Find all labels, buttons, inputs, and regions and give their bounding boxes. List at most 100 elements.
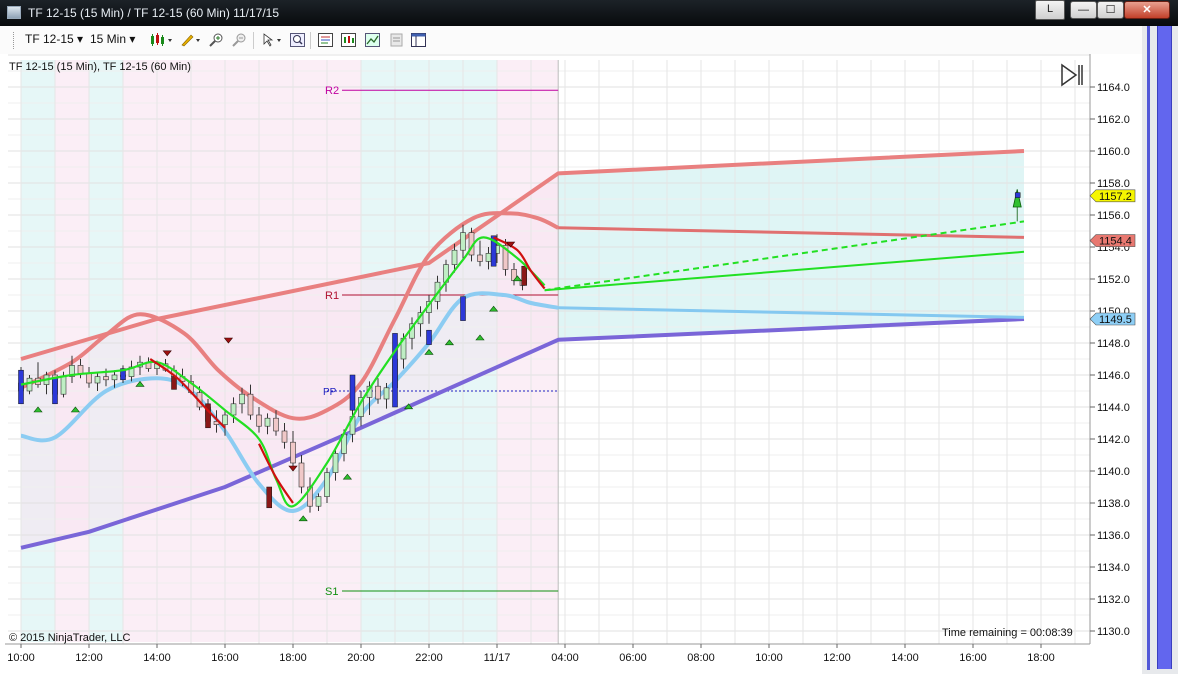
price-tick-label: 1160.0: [1097, 146, 1130, 158]
time-tick-label: 06:00: [619, 652, 647, 664]
zoom-in-icon[interactable]: [209, 33, 224, 47]
layout-button[interactable]: L: [1035, 0, 1065, 20]
candle-body: [375, 385, 381, 400]
candle-body: [290, 441, 296, 464]
time-tick-label: 12:00: [823, 652, 851, 664]
price-tick-label: 1140.0: [1097, 466, 1130, 478]
pivot-label-s1: S1: [325, 586, 338, 598]
strategies-icon[interactable]: [365, 33, 380, 47]
price-tick-label: 1134.0: [1097, 562, 1130, 574]
time-tick-label: 08:00: [687, 652, 715, 664]
time-remaining-text: Time remaining = 00:08:39: [942, 627, 1073, 639]
time-tick-label: 10:00: [7, 652, 35, 664]
time-tick-label: 11/17: [484, 652, 511, 664]
price-chart[interactable]: R2 R1 PP S1 1130.0 1132.0 1134.0 1136.0 1138.0 1…: [0, 54, 1142, 674]
pivot-label-r2: R2: [325, 85, 339, 97]
cursor-icon[interactable]: [261, 33, 285, 47]
close-button[interactable]: ✕: [1124, 1, 1170, 19]
time-tick-label: 20:00: [347, 652, 375, 664]
candle-body: [264, 417, 271, 427]
candle-body: [222, 414, 228, 425]
candle-body: [451, 249, 458, 265]
price-tick-label: 1148.0: [1097, 338, 1130, 350]
last-price-candle: [1014, 192, 1021, 198]
candle-body: [477, 254, 483, 262]
time-tick-label: 14:00: [143, 652, 171, 664]
data-box-icon[interactable]: [318, 33, 333, 47]
magnify-icon[interactable]: [290, 33, 305, 47]
candle-body: [230, 403, 237, 416]
price-tick-label: 1136.0: [1097, 530, 1130, 542]
toolbar-grip: [13, 32, 16, 49]
candle-body: [332, 453, 339, 473]
toolbar: TF 12-15 ▾ 15 Min ▾: [0, 26, 1142, 55]
candle-body: [103, 376, 109, 381]
candle-body: [383, 387, 390, 400]
candle-body: [273, 417, 279, 432]
price-tag-label: 1157.2: [1099, 191, 1132, 203]
price-tick-label: 1132.0: [1097, 594, 1130, 606]
candle-body: [111, 374, 118, 381]
candle-body: [239, 393, 245, 405]
chart-instrument-label: TF 12-15 (15 Min), TF 12-15 (60 Min): [9, 61, 191, 73]
toolbar-separator: [310, 32, 311, 49]
price-tick-label: 1152.0: [1097, 274, 1130, 286]
interval-selector[interactable]: 15 Min ▾: [90, 32, 135, 46]
price-tick-label: 1130.0: [1097, 626, 1130, 638]
maximize-button[interactable]: ☐: [1097, 1, 1124, 19]
candle-body: [26, 377, 33, 392]
time-tick-label: 10:00: [755, 652, 783, 664]
time-tick-label: 04:00: [551, 652, 579, 664]
highlight-candle: [18, 369, 24, 405]
candle-body: [324, 472, 330, 497]
zoom-out-icon[interactable]: [232, 33, 247, 47]
highlight-candle: [52, 377, 58, 405]
properties-icon[interactable]: [389, 33, 404, 47]
panel-icon[interactable]: [411, 33, 426, 47]
candle-body: [94, 376, 101, 384]
chart-area[interactable]: R2 R1 PP S1 1130.0 1132.0 1134.0 1136.0 1138.0 1…: [0, 54, 1142, 674]
window-title: TF 12-15 (15 Min) / TF 12-15 (60 Min) 11…: [28, 6, 279, 20]
pivot-label-pp: PP: [323, 387, 337, 398]
pencil-icon[interactable]: [180, 33, 202, 47]
candle-body: [60, 376, 67, 395]
vertical-scrollbar[interactable]: [1157, 26, 1172, 669]
title-bar: TF 12-15 (15 Min) / TF 12-15 (60 Min) 11…: [0, 0, 1178, 26]
price-tick-label: 1138.0: [1097, 498, 1130, 510]
instrument-selector[interactable]: TF 12-15 ▾: [25, 32, 83, 46]
time-tick-label: 18:00: [279, 652, 307, 664]
candle-body: [77, 365, 84, 374]
highlight-candle: [266, 486, 272, 509]
panel-splitter[interactable]: [1147, 26, 1150, 670]
price-tag-label: 1154.4: [1099, 236, 1132, 248]
candle-body: [485, 253, 492, 262]
price-tick-label: 1158.0: [1097, 178, 1130, 190]
candle-body: [281, 430, 288, 443]
candle-body: [247, 393, 254, 416]
candle-body: [460, 232, 466, 251]
highlight-candle: [521, 265, 527, 286]
indicators-icon[interactable]: [341, 33, 356, 47]
candle-body: [298, 462, 305, 488]
candlestick-chart-icon[interactable]: [150, 33, 174, 47]
instrument-label: TF 12-15: [25, 32, 74, 46]
pivot-label-r1: R1: [325, 290, 339, 302]
minimize-button[interactable]: —: [1070, 1, 1097, 19]
candle-body: [315, 496, 322, 507]
price-tick-label: 1156.0: [1097, 210, 1130, 222]
interval-label: 15 Min: [90, 32, 127, 46]
price-tick-label: 1146.0: [1097, 370, 1130, 382]
price-tag-label: 1149.5: [1099, 314, 1132, 326]
app-icon[interactable]: [7, 6, 21, 19]
price-tick-label: 1162.0: [1097, 114, 1130, 126]
highlight-candle: [392, 333, 398, 408]
price-tick-label: 1144.0: [1097, 402, 1130, 414]
price-tick-label: 1142.0: [1097, 434, 1130, 446]
time-tick-label: 18:00: [1027, 652, 1055, 664]
highlight-candle: [426, 329, 432, 345]
time-tick-label: 22:00: [415, 652, 443, 664]
time-tick-label: 16:00: [211, 652, 239, 664]
candle-body: [256, 414, 262, 427]
highlight-candle: [171, 376, 177, 390]
highlight-candle: [349, 374, 356, 411]
